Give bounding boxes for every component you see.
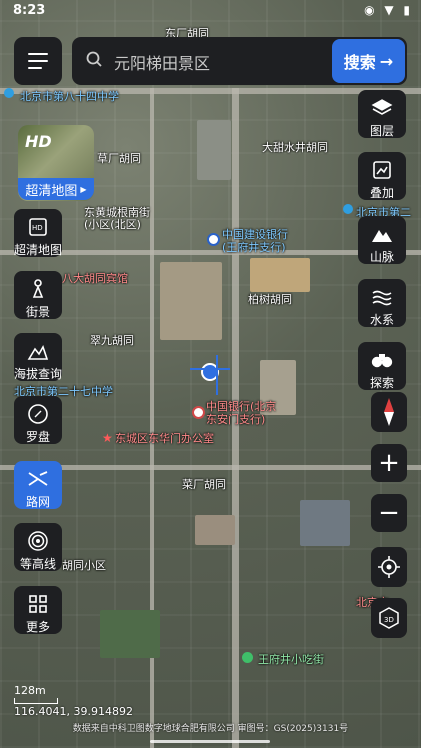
poi-label: 草厂胡同	[97, 152, 141, 165]
search-button[interactable]: 搜索 →	[332, 39, 405, 83]
building-block	[160, 262, 222, 340]
building-block	[250, 258, 310, 292]
menu-button[interactable]	[14, 37, 62, 85]
plus-icon: +	[378, 448, 400, 478]
current-location-marker[interactable]	[198, 360, 219, 381]
road	[0, 465, 421, 470]
tool-label: 探索	[369, 376, 394, 390]
street-view-tool[interactable]: 街景	[14, 271, 62, 319]
hd-map-card-label[interactable]: 超清地图 ▶	[18, 178, 94, 200]
tool-label: 街景	[25, 305, 50, 319]
water-tool[interactable]: 水系	[358, 279, 406, 327]
cube-3d-icon: 3D	[379, 607, 399, 629]
poi-label: 北京市第八十四中学	[20, 90, 119, 103]
tool-label: 海拔查询	[14, 367, 63, 381]
status-bar: 8:23 ◉ ▼ ▮	[0, 0, 421, 24]
poi-label: 王府井小吃街	[258, 653, 324, 666]
poi-label: 大甜水井胡同	[262, 141, 328, 154]
zoom-out-button[interactable]: −	[371, 494, 407, 532]
menu-icon	[28, 53, 48, 55]
tool-label: 叠加	[369, 186, 394, 200]
overlay-tool[interactable]: 叠加	[358, 152, 406, 200]
crosshair-icon	[216, 355, 218, 395]
binoculars-icon	[371, 354, 393, 368]
search-button-label: 搜索	[343, 53, 376, 72]
hd-map-card-text: 超清地图	[25, 183, 78, 199]
street-view-icon	[32, 279, 44, 298]
compass-icon	[28, 404, 48, 424]
layers-icon	[371, 99, 393, 115]
road-network-icon	[28, 471, 48, 486]
gesture-nav-bar[interactable]	[150, 740, 270, 743]
bank-icon[interactable]	[192, 406, 205, 419]
compass-needle-button[interactable]	[371, 392, 407, 432]
poi-label: 东城区东华门办公室	[115, 432, 214, 445]
explore-tool[interactable]: 探索	[358, 342, 406, 390]
scale-bar	[14, 698, 58, 704]
food-icon[interactable]	[242, 652, 253, 663]
poi-label: 柏树胡同	[248, 293, 292, 306]
office-icon[interactable]: ★	[102, 431, 113, 445]
poi-label: 翠九胡同	[90, 334, 134, 347]
minus-icon: −	[378, 498, 400, 528]
map-scale: 128m	[14, 684, 58, 704]
hd-map-tool[interactable]: HD 超清地图	[14, 209, 62, 257]
more-tool[interactable]: 更多	[14, 586, 62, 634]
mountain-tool[interactable]: 山脉	[358, 216, 406, 264]
altitude-tool[interactable]: 海拔查询	[14, 333, 62, 381]
road-network-tool[interactable]: 路网	[14, 461, 62, 509]
tool-label: 图层	[369, 124, 394, 138]
contour-icon	[28, 531, 48, 551]
bank-icon[interactable]	[207, 233, 220, 246]
building-block	[197, 120, 231, 180]
crosshair-icon	[190, 368, 230, 370]
copyright-text: 数据来自中科卫图数字地球合肥有限公司 审图号：GS(2025)3131号	[72, 724, 349, 734]
poi-label: (小区(北区)	[84, 218, 141, 231]
search-bar[interactable]: 元阳梯田景区 搜索 →	[72, 37, 407, 85]
play-icon: ▶	[80, 184, 87, 194]
arrow-right-icon: →	[379, 51, 394, 71]
scale-label: 128m	[14, 684, 46, 697]
poi-label: 八大胡同宾馆	[62, 272, 128, 285]
search-icon	[86, 51, 102, 67]
top-bar: 元阳梯田景区 搜索 →	[14, 37, 407, 85]
tool-label: 超清地图	[14, 243, 63, 257]
status-time: 8:23	[13, 3, 46, 18]
building-block	[100, 610, 160, 658]
overlay-icon	[373, 161, 391, 179]
mountain-icon	[372, 230, 392, 242]
school-icon[interactable]	[343, 204, 353, 214]
svg-text:HD: HD	[32, 224, 43, 232]
contour-tool[interactable]: 等高线	[14, 523, 62, 571]
building-block	[300, 500, 350, 546]
poi-label: (王府井支行)	[222, 241, 286, 254]
tool-label: 罗盘	[25, 430, 50, 444]
coordinates-readout: 116.4041, 39.914892	[14, 705, 133, 718]
locate-icon	[378, 556, 400, 578]
tool-label: 水系	[369, 313, 394, 327]
building-block	[195, 515, 235, 545]
tool-label: 等高线	[19, 557, 56, 571]
layers-tool[interactable]: 图层	[358, 90, 406, 138]
compass-needle-icon	[384, 398, 394, 426]
poi-label: 东安门支行)	[206, 413, 266, 426]
tool-label: 山脉	[369, 250, 394, 264]
school-icon[interactable]	[4, 88, 14, 98]
more-grid-icon	[29, 595, 47, 613]
svg-text:3D: 3D	[384, 616, 394, 624]
search-input[interactable]: 元阳梯田景区	[114, 50, 210, 74]
3d-view-button[interactable]: 3D	[371, 598, 407, 638]
poi-label: 菜厂胡同	[182, 478, 226, 491]
tool-label: 路网	[25, 495, 50, 509]
map-hd-icon: HD	[29, 218, 47, 236]
compass-tool[interactable]: 罗盘	[14, 396, 62, 444]
locate-button[interactable]	[371, 547, 407, 587]
status-icons: ◉ ▼ ▮	[364, 3, 413, 17]
water-icon	[372, 290, 392, 306]
poi-label: 胡同小区	[62, 559, 106, 572]
altitude-icon	[27, 345, 49, 360]
tool-label: 更多	[25, 620, 50, 634]
zoom-in-button[interactable]: +	[371, 444, 407, 482]
hd-badge: HD	[25, 132, 52, 151]
